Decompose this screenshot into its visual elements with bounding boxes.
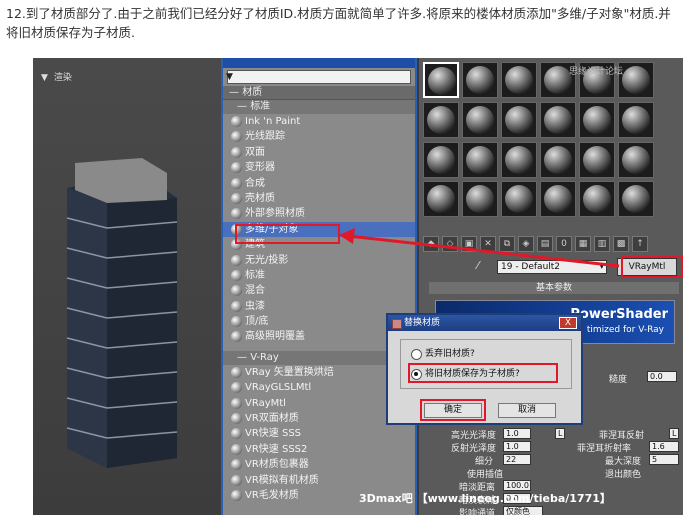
red-arrow	[339, 228, 620, 268]
replace-material-dialog: 替换材质 X 丢弃旧材质? 将旧材质保存为子材质? 确定 取消	[386, 313, 583, 425]
highlight-multisub	[235, 224, 340, 244]
discard-old-radio[interactable]: 丢弃旧材质?	[411, 348, 475, 360]
highlight-ok	[420, 399, 486, 421]
dialog-title: 替换材质	[388, 315, 581, 331]
dialog-close-button[interactable]: X	[559, 317, 577, 329]
highlight-material-type	[621, 256, 683, 278]
highlight-keep-option	[408, 363, 558, 383]
max-screenshot: ▼ 渲染 ▼ — 材质 — 标准 Ink 'n Paint 光线跟踪 双面 变形器 合成壳…	[33, 58, 683, 515]
site-footer: 3Dmax吧 【www.lineeg.com/tieba/1771】	[359, 492, 611, 505]
caption: 12.到了材质部分了.由于之前我们已经分好了材质ID.材质方面就简单了许多.将原…	[6, 6, 671, 40]
cancel-button[interactable]: 取消	[498, 403, 556, 418]
